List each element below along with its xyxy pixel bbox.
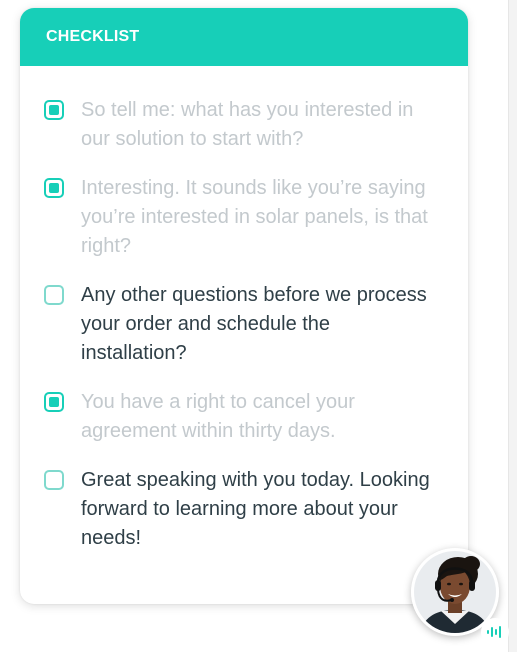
checklist-item-4[interactable]: You have a right to cancel your agreemen…	[44, 388, 444, 446]
checklist-item-text: You have a right to cancel your agreemen…	[81, 391, 355, 442]
checkbox-unchecked[interactable]	[44, 285, 64, 305]
checklist-item-text: So tell me: what has you interested in o…	[81, 99, 414, 150]
checklist-items: So tell me: what has you interested in o…	[20, 66, 468, 553]
waveform-bars	[487, 626, 501, 638]
audio-waveform-icon	[481, 618, 509, 646]
checkbox-fill	[49, 397, 59, 407]
checkbox-checked[interactable]	[44, 178, 64, 198]
checkbox-fill	[49, 183, 59, 193]
checklist-item-3[interactable]: Any other questions before we process yo…	[44, 281, 444, 368]
checkbox-fill	[49, 105, 59, 115]
checklist-item-text: Interesting. It sounds like you’re sayin…	[81, 177, 428, 257]
window-edge	[508, 0, 517, 652]
checkbox-unchecked[interactable]	[44, 470, 64, 490]
checklist-card: CHECKLIST So tell me: what has you inter…	[20, 8, 468, 604]
checklist-item-1[interactable]: So tell me: what has you interested in o…	[44, 96, 444, 154]
agent-avatar-widget[interactable]	[411, 548, 509, 646]
checklist-item-text: Great speaking with you today. Looking f…	[81, 469, 430, 549]
checkbox-checked[interactable]	[44, 392, 64, 412]
checklist-title: CHECKLIST	[46, 28, 140, 45]
checklist-header: CHECKLIST	[20, 8, 468, 66]
checklist-item-5[interactable]: Great speaking with you today. Looking f…	[44, 466, 444, 553]
app-stage: CHECKLIST So tell me: what has you inter…	[0, 0, 517, 652]
checklist-item-text: Any other questions before we process yo…	[81, 284, 427, 364]
checklist-item-2[interactable]: Interesting. It sounds like you’re sayin…	[44, 174, 444, 261]
checkbox-checked[interactable]	[44, 100, 64, 120]
